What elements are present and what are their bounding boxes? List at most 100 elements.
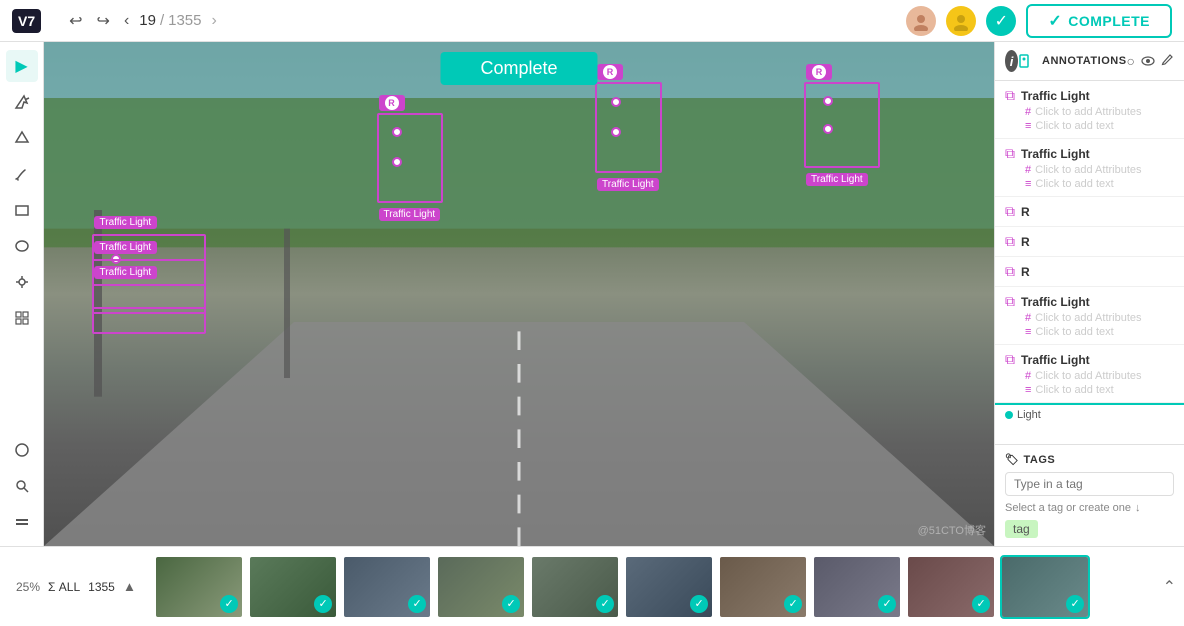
search-button[interactable] bbox=[6, 470, 38, 502]
point-tool-button[interactable] bbox=[6, 266, 38, 298]
thumbnail-7[interactable]: ✓ bbox=[718, 555, 808, 619]
thumbnail-6[interactable]: ✓ bbox=[624, 555, 714, 619]
thumbnail-8[interactable]: ✓ bbox=[812, 555, 902, 619]
thumb-check-2: ✓ bbox=[314, 595, 332, 613]
thumbnail-2[interactable]: ✓ bbox=[248, 555, 338, 619]
panel-icons: ○ bbox=[1127, 53, 1174, 69]
ann-text-4[interactable]: ≡ Click to add text bbox=[1005, 384, 1174, 396]
undo-button[interactable]: ↩ bbox=[65, 9, 86, 33]
ann-name-r2: R bbox=[1021, 235, 1030, 249]
thumbnail-5[interactable]: ✓ bbox=[530, 555, 620, 619]
ann-attrs-4[interactable]: # Click to add Attributes bbox=[1005, 370, 1174, 382]
select-tool-button[interactable]: ▶ bbox=[6, 50, 38, 82]
ann-attrs-2[interactable]: # Click to add Attributes bbox=[1005, 164, 1174, 176]
ann-add-text-1: Click to add text bbox=[1035, 120, 1113, 132]
brush-tool-button[interactable] bbox=[6, 158, 38, 190]
expand-button[interactable]: ▲ bbox=[123, 579, 136, 594]
ann-add-text-3: Click to add text bbox=[1035, 326, 1113, 338]
thumb-check-9: ✓ bbox=[972, 595, 990, 613]
stack-tool-button[interactable] bbox=[6, 302, 38, 334]
annotation-item-4[interactable]: ⧉ Traffic Light # Click to add Attribute… bbox=[995, 345, 1184, 403]
annotations-title: ANNOTATIONS bbox=[1042, 55, 1127, 67]
light-dot bbox=[1005, 411, 1013, 419]
user-avatar-1 bbox=[906, 6, 936, 36]
filter-all-button[interactable]: Σ ALL bbox=[48, 580, 80, 594]
complete-button[interactable]: ✓ COMPLETE bbox=[1026, 4, 1172, 38]
ann-text-2[interactable]: ≡ Click to add text bbox=[1005, 178, 1174, 190]
complete-label: COMPLETE bbox=[1068, 13, 1150, 29]
ann-text-3[interactable]: ≡ Click to add text bbox=[1005, 326, 1174, 338]
next-image-button[interactable]: › bbox=[208, 10, 221, 32]
tags-hint: Select a tag or create one ↓ bbox=[1005, 502, 1174, 514]
ann-name-r1: R bbox=[1021, 205, 1030, 219]
thumb-check-1: ✓ bbox=[220, 595, 238, 613]
annotation-item-2[interactable]: ⧉ Traffic Light # Click to add Attribute… bbox=[995, 139, 1184, 197]
ann-label-text-1b: Traffic Light bbox=[100, 242, 152, 253]
ellipse-tool-button[interactable] bbox=[6, 230, 38, 262]
ann-label-text-1: Traffic Light bbox=[100, 217, 152, 228]
thumbnail-10[interactable]: ✓ bbox=[1000, 555, 1090, 619]
complete-banner: Complete bbox=[440, 52, 597, 85]
annotation-item-r2[interactable]: ⧉ R bbox=[995, 227, 1184, 257]
watermark: @51CTO博客 bbox=[918, 522, 986, 538]
ann-add-attrs-4: Click to add Attributes bbox=[1035, 370, 1141, 382]
light-separator: Light bbox=[995, 403, 1184, 425]
annotation-box-3[interactable]: R Traffic Light bbox=[595, 82, 662, 173]
tag-badge[interactable]: tag bbox=[1005, 520, 1038, 538]
ann-attrs-1[interactable]: # Click to add Attributes bbox=[1005, 106, 1174, 118]
hint-arrow-icon: ↓ bbox=[1135, 502, 1141, 514]
polygon-tool-button[interactable] bbox=[6, 122, 38, 154]
logo: V7 bbox=[12, 9, 41, 33]
ann-item-header-r3: ⧉ R bbox=[1005, 263, 1174, 280]
redo-button[interactable]: ↪ bbox=[93, 9, 114, 33]
ann-icon-r2: ⧉ bbox=[1005, 233, 1015, 250]
hash-icon-2: # bbox=[1025, 164, 1031, 176]
ann-name-1: Traffic Light bbox=[1021, 89, 1090, 103]
annotation-item-r1[interactable]: ⧉ R bbox=[995, 197, 1184, 227]
text-icon-4: ≡ bbox=[1025, 384, 1031, 396]
ann-sublabel-2: Traffic Light bbox=[379, 208, 441, 221]
annotations-icon bbox=[1018, 52, 1036, 70]
right-panel: i ANNOTATIONS ○ ⧉ Traff bbox=[994, 42, 1184, 546]
light-label: Light bbox=[1017, 409, 1041, 421]
prev-image-button[interactable]: ‹ bbox=[120, 10, 133, 32]
counter-current: 19 bbox=[139, 12, 156, 29]
thumb-check-10: ✓ bbox=[1066, 595, 1084, 613]
thumb-check-7: ✓ bbox=[784, 595, 802, 613]
eye-button[interactable] bbox=[1141, 53, 1155, 69]
hash-icon-1: # bbox=[1025, 106, 1031, 118]
thumb-check-5: ✓ bbox=[596, 595, 614, 613]
toggle-visibility-button[interactable]: ○ bbox=[1127, 53, 1135, 69]
bottom-left: 25% Σ ALL 1355 ▲ bbox=[8, 579, 144, 594]
annotation-box-2[interactable]: R Traffic Light bbox=[377, 113, 444, 204]
zoom-level: 25% bbox=[16, 580, 40, 594]
tag-input[interactable] bbox=[1005, 472, 1174, 496]
ann-sublabel-3: Traffic Light bbox=[597, 178, 659, 191]
annotation-box-1c[interactable]: Traffic Light bbox=[92, 284, 206, 334]
ann-add-attrs-3: Click to add Attributes bbox=[1035, 312, 1141, 324]
ann-add-text-4: Click to add text bbox=[1035, 384, 1113, 396]
thumbnail-3[interactable]: ✓ bbox=[342, 555, 432, 619]
edit-button[interactable] bbox=[1161, 53, 1174, 69]
wand-tool-button[interactable] bbox=[6, 434, 38, 466]
canvas-area[interactable]: Complete Traffic Light Traffic Light Tra… bbox=[44, 42, 994, 546]
thumbnail-4[interactable]: ✓ bbox=[436, 555, 526, 619]
annotation-box-4[interactable]: R Traffic Light bbox=[804, 82, 880, 168]
annotation-item-3[interactable]: ⧉ Traffic Light # Click to add Attribute… bbox=[995, 287, 1184, 345]
main-content: ▶ bbox=[0, 42, 1184, 546]
magic-tool-button[interactable] bbox=[6, 86, 38, 118]
layers-button[interactable] bbox=[6, 506, 38, 538]
ann-icon-r1: ⧉ bbox=[1005, 203, 1015, 220]
annotation-item-1[interactable]: ⧉ Traffic Light # Click to add Attribute… bbox=[995, 81, 1184, 139]
rect-tool-button[interactable] bbox=[6, 194, 38, 226]
thumbnail-9[interactable]: ✓ bbox=[906, 555, 996, 619]
annotation-item-r3[interactable]: ⧉ R bbox=[995, 257, 1184, 287]
info-icon[interactable]: i bbox=[1005, 50, 1018, 72]
ann-item-header-1: ⧉ Traffic Light bbox=[1005, 87, 1174, 104]
scroll-up-button[interactable]: ⌃ bbox=[1163, 577, 1176, 597]
filter-label: ALL bbox=[59, 580, 80, 594]
ann-text-1[interactable]: ≡ Click to add text bbox=[1005, 120, 1174, 132]
thumbnail-1[interactable]: ✓ bbox=[154, 555, 244, 619]
ann-add-attrs-1: Click to add Attributes bbox=[1035, 106, 1141, 118]
ann-attrs-3[interactable]: # Click to add Attributes bbox=[1005, 312, 1174, 324]
